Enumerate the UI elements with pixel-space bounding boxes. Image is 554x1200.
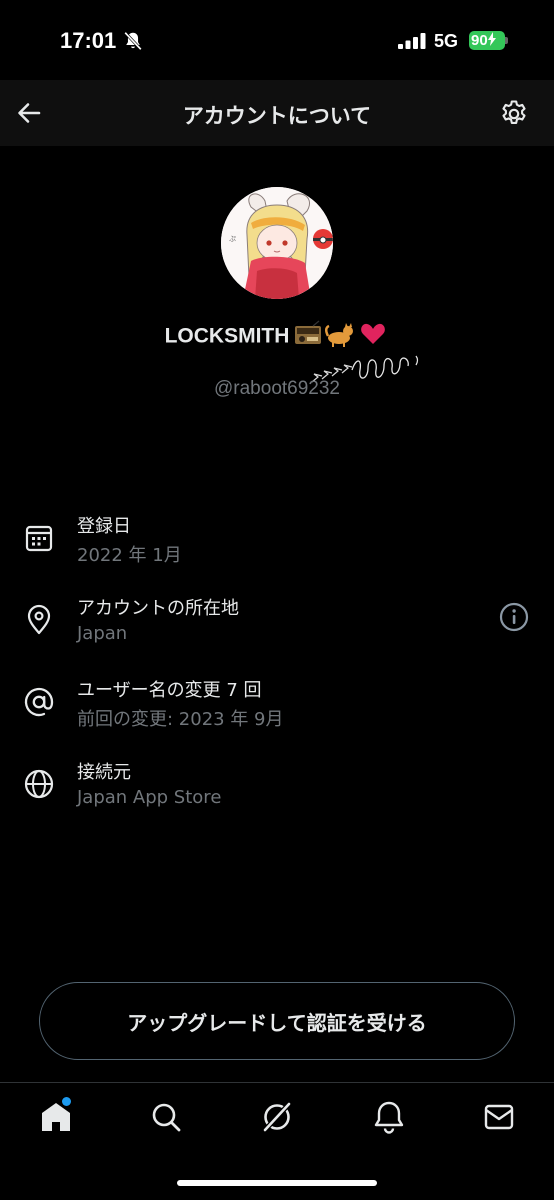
emoji-radio-cat-heart-icon xyxy=(295,320,386,347)
username-handle: @raboot69232 xyxy=(214,378,340,399)
cellular-signal-icon xyxy=(398,33,426,49)
info-row-account-location: アカウントの所在地 Japan xyxy=(0,594,554,658)
battery-cap xyxy=(505,37,508,44)
info-row-join-date: 登録日 2022 年 1月 xyxy=(0,512,554,576)
charging-bolt-icon xyxy=(487,32,496,46)
at-sign-icon xyxy=(24,687,54,717)
mail-icon[interactable] xyxy=(479,1097,519,1137)
page-title: アカウントについて xyxy=(182,104,372,128)
status-bar: 17:01 5G 90 xyxy=(0,0,554,80)
avatar: ぷ xyxy=(221,187,333,299)
info-title: 接続元 xyxy=(77,762,131,783)
display-name-text: LOCKSMITH xyxy=(164,324,290,348)
network-type: 5G xyxy=(434,31,459,51)
gear-icon[interactable] xyxy=(496,96,532,132)
info-circle-icon[interactable] xyxy=(497,600,531,634)
info-subtitle: 2022 年 1月 xyxy=(77,545,182,566)
bell-icon[interactable] xyxy=(369,1097,409,1137)
status-time: 17:01 xyxy=(60,28,117,53)
info-subtitle: 前回の変更: 2023 年 9月 xyxy=(77,709,284,730)
battery-indicator: 90 xyxy=(469,31,509,50)
grok-icon[interactable] xyxy=(257,1097,297,1137)
info-row-connected-via: 接続元 Japan App Store xyxy=(0,758,554,822)
bell-off-icon xyxy=(124,31,142,51)
info-row-username-changes: ユーザー名の変更 7 回 前回の変更: 2023 年 9月 xyxy=(0,676,554,740)
display-name: LOCKSMITH xyxy=(0,320,554,354)
upgrade-verify-button[interactable]: アップグレードして認証を受ける xyxy=(39,982,515,1060)
avatar-illustration: ぷ xyxy=(221,187,333,299)
svg-text:ぷ: ぷ xyxy=(229,235,236,243)
info-title: 登録日 xyxy=(77,516,131,537)
battery-level: 90 xyxy=(471,31,496,50)
info-title: アカウントの所在地 xyxy=(77,598,239,619)
info-subtitle: Japan xyxy=(77,623,128,644)
home-notification-dot xyxy=(62,1097,71,1106)
top-app-bar: アカウントについて xyxy=(0,80,554,146)
home-indicator xyxy=(177,1180,377,1186)
info-title: ユーザー名の変更 7 回 xyxy=(77,680,262,701)
info-subtitle: Japan App Store xyxy=(77,787,222,808)
calendar-icon xyxy=(25,525,53,552)
upgrade-button-label: アップグレードして認証を受ける xyxy=(127,1010,427,1035)
globe-icon xyxy=(24,769,54,799)
location-pin-icon xyxy=(27,604,51,635)
search-icon[interactable] xyxy=(146,1097,186,1137)
